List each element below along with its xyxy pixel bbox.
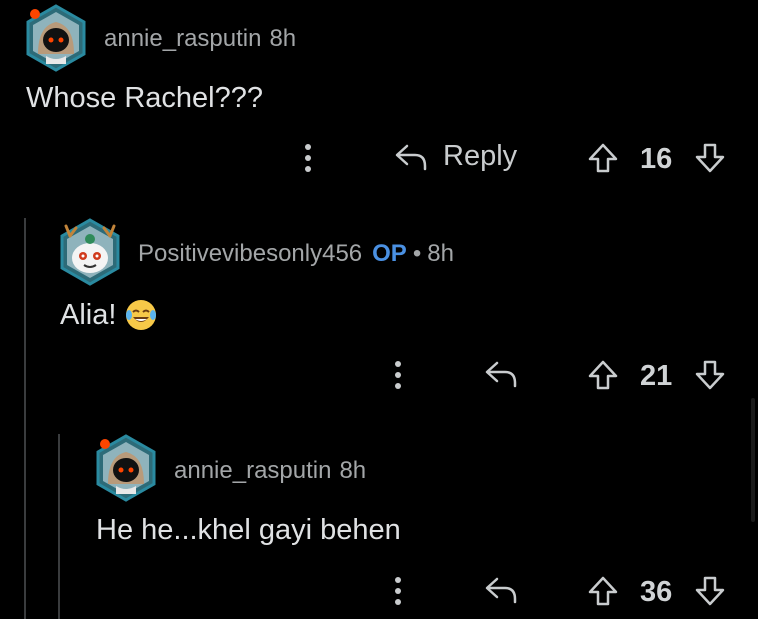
comment-body: Whose Rachel??? (26, 82, 263, 114)
downvote-arrow-icon[interactable] (694, 142, 726, 174)
more-vertical-icon[interactable] (387, 359, 409, 391)
reply-button[interactable]: Reply (393, 140, 517, 173)
downvote-arrow-icon[interactable] (694, 575, 726, 607)
tears-of-joy-emoji (124, 298, 158, 332)
comment-meta: Positivevibesonly456 OP • 8h (138, 240, 454, 268)
scrollbar[interactable] (751, 398, 755, 522)
username[interactable]: annie_rasputin (174, 457, 331, 484)
comment-body-text: Alia! (60, 298, 117, 331)
user-avatar[interactable] (56, 218, 124, 286)
comment-meta: annie_rasputin 8h (174, 457, 366, 485)
username[interactable]: annie_rasputin (104, 25, 261, 52)
reply-label: Reply (443, 140, 518, 172)
thread-line[interactable] (58, 434, 60, 619)
upvote-arrow-icon[interactable] (587, 575, 619, 607)
comment-meta: annie_rasputin 8h (104, 25, 296, 53)
meta-separator: • (412, 240, 422, 267)
upvote-arrow-icon[interactable] (587, 359, 619, 391)
comment-body: He he...khel gayi behen (96, 514, 401, 546)
reply-arrow-icon[interactable] (483, 575, 519, 605)
timestamp: 8h (339, 457, 367, 484)
more-vertical-icon[interactable] (387, 575, 409, 607)
timestamp: 8h (269, 25, 297, 52)
vote-count: 36 (640, 576, 673, 608)
timestamp: 8h (427, 240, 454, 267)
vote-count: 16 (640, 143, 673, 175)
vote-count: 21 (640, 360, 673, 392)
thread-line[interactable] (24, 218, 26, 619)
reply-arrow-icon[interactable] (483, 359, 519, 389)
reply-arrow-icon (393, 142, 429, 172)
downvote-arrow-icon[interactable] (694, 359, 726, 391)
comment-body: Alia! (60, 298, 158, 332)
user-avatar[interactable] (22, 4, 90, 72)
username[interactable]: Positivevibesonly456 (138, 240, 362, 267)
op-badge: OP (372, 240, 407, 267)
user-avatar[interactable] (92, 434, 160, 502)
upvote-arrow-icon[interactable] (587, 142, 619, 174)
more-vertical-icon[interactable] (297, 142, 319, 174)
